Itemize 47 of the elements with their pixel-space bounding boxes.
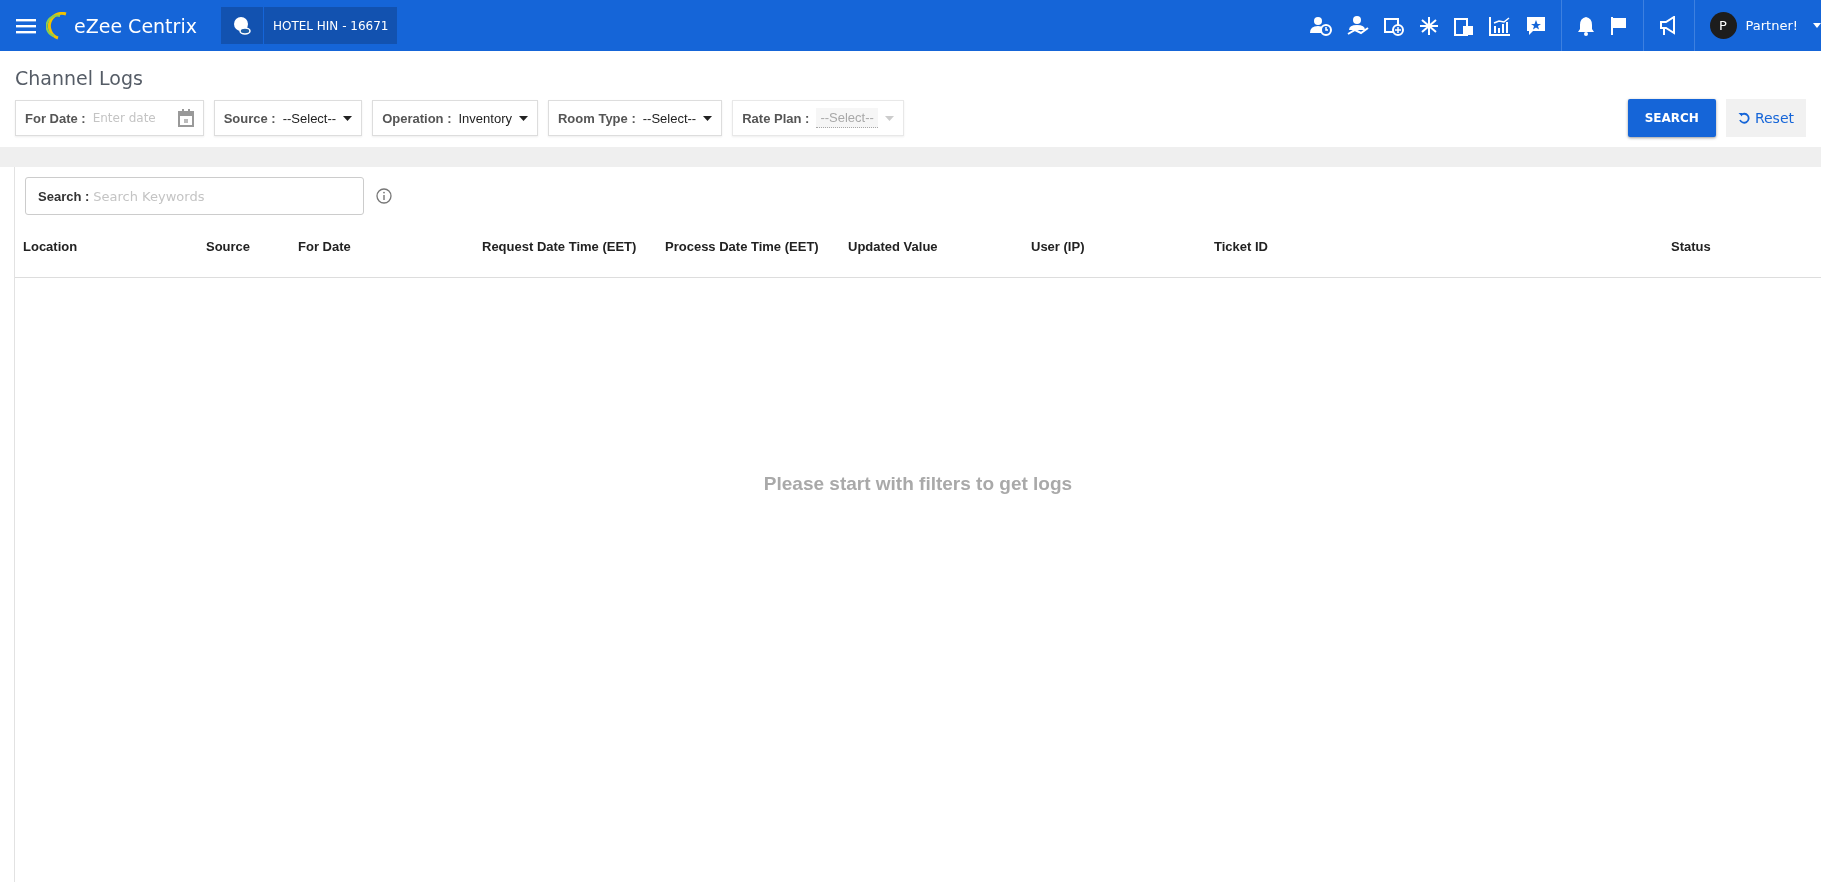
filter-label: Source : — [223, 110, 276, 126]
hotel-name[interactable]: HOTEL HIN - 16671 — [262, 7, 398, 44]
column-header: User (IP) — [1031, 238, 1086, 254]
filter-label: Room Type : — [557, 110, 636, 126]
caret-icon — [343, 115, 353, 121]
brand-name[interactable]: eZee Centrix — [74, 14, 197, 37]
select-value: --Select-- — [282, 110, 337, 126]
info-icon[interactable] — [376, 188, 392, 204]
column-header: Status — [1671, 238, 1712, 254]
select-filter[interactable]: Operation : Inventory — [372, 100, 538, 136]
user-avatar[interactable]: P — [1709, 12, 1737, 39]
column-header: Request Date Time (EET) — [482, 238, 638, 254]
caret-icon[interactable] — [1813, 23, 1821, 28]
user-name[interactable]: Partner! — [1745, 18, 1798, 33]
caret-icon — [703, 115, 713, 121]
user-clock-icon[interactable] — [1309, 15, 1332, 36]
filter-label: Rate Plan : — [742, 110, 810, 126]
bell-icon[interactable] — [1576, 15, 1595, 36]
column-header: Source — [206, 238, 252, 254]
flag-icon[interactable] — [1609, 15, 1628, 36]
page-title: Channel Logs — [15, 67, 144, 89]
empty-message: Please start with filters to get logs — [763, 473, 1073, 495]
menu-icon[interactable] — [16, 17, 36, 34]
select-filter[interactable]: Source : --Select-- — [213, 100, 363, 136]
column-header: Updated Value — [848, 238, 939, 254]
caret-icon — [518, 115, 528, 121]
column-header: For Date — [298, 238, 352, 254]
select-value: --Select-- — [816, 108, 878, 128]
reset-icon — [1737, 112, 1750, 124]
search-button[interactable]: SEARCH — [1627, 99, 1716, 137]
caret-icon — [884, 115, 894, 121]
select-filter[interactable]: Room Type : --Select-- — [547, 100, 723, 136]
filter-label: Operation : — [382, 110, 452, 126]
select-value: --Select-- — [642, 110, 697, 126]
filter-label: For Date : — [25, 110, 86, 126]
user-chart-icon[interactable] — [1346, 15, 1369, 36]
column-header: Location — [23, 238, 79, 254]
select-value: Inventory — [458, 110, 512, 126]
search-field[interactable]: Search : Search Keywords — [25, 177, 364, 215]
star-message-icon[interactable] — [1525, 15, 1546, 36]
reset-button[interactable]: Reset — [1725, 99, 1806, 137]
search-label: Search : — [38, 188, 90, 204]
date-filter-field[interactable]: For Date : Enter date — [15, 100, 204, 136]
column-header: Ticket ID — [1214, 238, 1269, 254]
calendar-icon[interactable] — [177, 109, 194, 127]
bar-chart-icon[interactable] — [1488, 15, 1511, 36]
column-header: Process Date Time (EET) — [665, 238, 820, 254]
